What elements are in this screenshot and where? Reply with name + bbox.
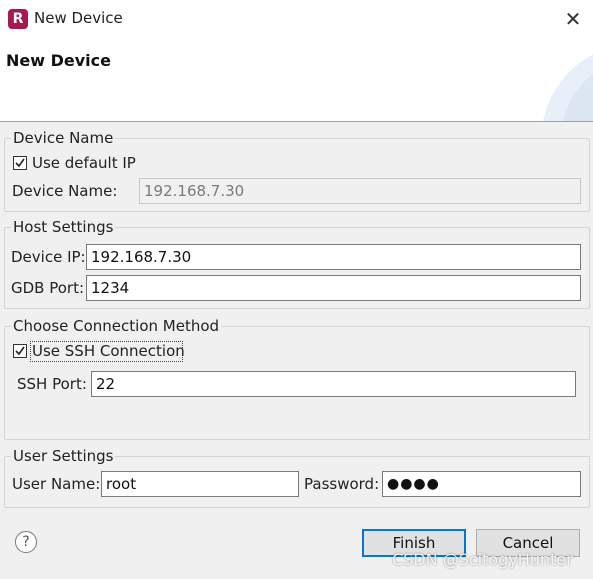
ssh-port-field[interactable]: 22 <box>91 371 576 397</box>
use-default-ip-label: Use default IP <box>32 154 136 172</box>
device-ip-field[interactable]: 192.168.7.30 <box>86 244 581 270</box>
window-title: New Device <box>34 9 123 27</box>
user-settings-legend: User Settings <box>11 447 116 465</box>
password-field[interactable]: ●●●● <box>382 471 581 497</box>
gdb-port-field[interactable]: 1234 <box>86 275 581 301</box>
help-icon[interactable]: ? <box>15 531 37 553</box>
header-swoosh-graphic <box>543 54 593 121</box>
watermark: CSDN @ScitogyHunter <box>392 550 573 569</box>
use-ssh-checkbox[interactable] <box>13 344 27 358</box>
checkmark-icon <box>15 346 25 356</box>
device-name-legend: Device Name <box>11 129 116 147</box>
gdb-port-label: GDB Port: <box>11 279 85 297</box>
page-title: New Device <box>6 51 111 70</box>
device-ip-label: Device IP: <box>11 248 86 266</box>
password-label: Password: <box>304 475 380 493</box>
use-ssh-label: Use SSH Connection <box>32 342 185 360</box>
device-name-label: Device Name: <box>12 182 118 200</box>
host-settings-legend: Host Settings <box>11 218 116 236</box>
app-icon: R <box>8 9 28 29</box>
title-bar: R New Device ✕ <box>0 0 593 38</box>
user-name-field[interactable]: root <box>101 471 299 497</box>
ssh-port-label: SSH Port: <box>17 375 87 393</box>
user-name-label: User Name: <box>12 475 101 493</box>
use-default-ip-checkbox[interactable] <box>13 156 27 170</box>
device-name-field: 192.168.7.30 <box>139 178 581 204</box>
close-icon[interactable]: ✕ <box>562 8 584 30</box>
checkmark-icon <box>15 158 25 168</box>
dialog-header: New Device <box>0 38 593 122</box>
connection-method-legend: Choose Connection Method <box>11 317 222 335</box>
